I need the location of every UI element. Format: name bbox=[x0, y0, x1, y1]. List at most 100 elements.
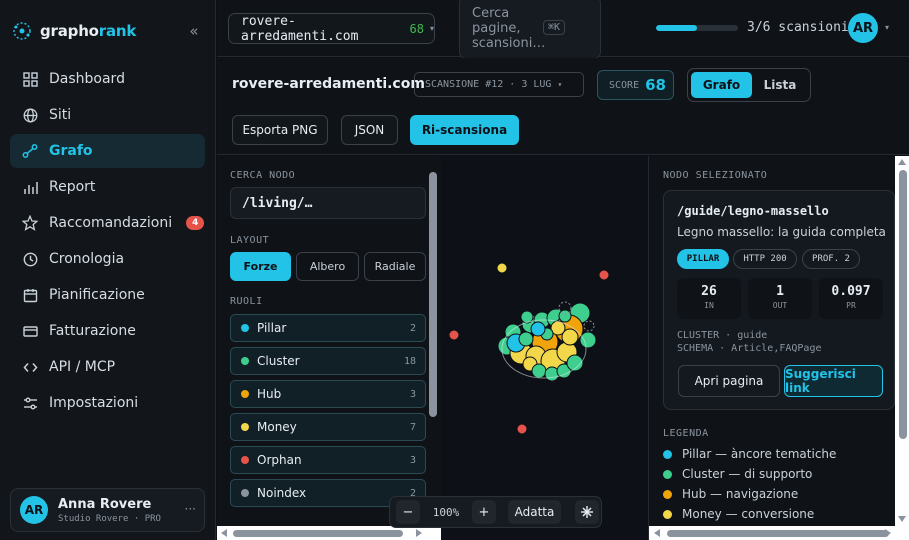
legend-item: Pillar — àncore tematiche bbox=[663, 447, 836, 461]
scan-selector[interactable]: SCANSIONE #12 · 3 LUG ▾ bbox=[414, 72, 584, 97]
sidebar-item-impostazioni[interactable]: Impostazioni bbox=[10, 386, 205, 420]
rescan-button[interactable]: Ri-scansiona bbox=[410, 115, 519, 145]
role-filter-money[interactable]: Money 7 bbox=[230, 413, 426, 441]
legend-label: LEGENDA bbox=[663, 428, 709, 439]
layout-label: LAYOUT bbox=[230, 235, 270, 246]
zoom-level: 100% bbox=[432, 505, 460, 519]
graph-canvas[interactable]: − 100% + Adatta bbox=[389, 156, 648, 540]
sidebar-item-label: Dashboard bbox=[49, 71, 125, 87]
graph-node-cluster[interactable] bbox=[518, 331, 534, 347]
logo[interactable]: graphorank bbox=[12, 20, 136, 42]
sidebar-item-pianificazione[interactable]: Pianificazione bbox=[10, 278, 205, 312]
role-filter-orphan[interactable]: Orphan 3 bbox=[230, 446, 426, 474]
vertical-scrollbar[interactable] bbox=[429, 172, 437, 417]
graph-icon bbox=[21, 142, 39, 160]
zoom-out-button[interactable]: − bbox=[396, 500, 420, 524]
layout-forze[interactable]: Forze bbox=[230, 252, 291, 281]
avatar[interactable]: AR bbox=[848, 13, 878, 43]
site-selector[interactable]: rovere-arredamenti.com 68 ▾ bbox=[228, 13, 435, 44]
link-graph[interactable] bbox=[441, 156, 648, 540]
page-header: rovere-arredamenti.com SCANSIONE #12 · 3… bbox=[217, 58, 909, 155]
zoom-toolbar: − 100% + Adatta bbox=[389, 496, 602, 528]
scroll-left-icon[interactable] bbox=[221, 529, 227, 537]
role-count: 18 bbox=[403, 355, 416, 367]
role-name: Orphan bbox=[257, 453, 302, 467]
node-schema: SCHEMA · Article,FAQPage bbox=[677, 343, 822, 354]
role-dot bbox=[241, 489, 249, 497]
suggest-links-button[interactable]: Suggerisci link bbox=[784, 365, 883, 397]
graph-node-pillar[interactable] bbox=[530, 321, 546, 337]
sidebar-item-grafo[interactable]: Grafo bbox=[10, 134, 205, 168]
site-name: rovere-arredamenti.com bbox=[241, 13, 359, 44]
graph-node-noindex[interactable] bbox=[583, 320, 595, 332]
chevron-down-icon: ▾ bbox=[429, 24, 434, 33]
role-dot bbox=[241, 423, 249, 431]
tab-list[interactable]: Lista bbox=[754, 72, 806, 98]
sidebar-item-raccomandazioni[interactable]: Raccomandazioni 4 bbox=[10, 206, 205, 240]
horizontal-scrollbar[interactable] bbox=[649, 526, 909, 540]
graph-node-orphan[interactable] bbox=[514, 421, 530, 437]
scroll-right-icon[interactable] bbox=[885, 529, 891, 537]
sidebar-item-label: Grafo bbox=[49, 143, 93, 159]
scrollbar-thumb[interactable] bbox=[233, 530, 403, 537]
zoom-in-button[interactable]: + bbox=[472, 500, 496, 524]
graph-node-cluster[interactable] bbox=[531, 363, 547, 379]
logo-text: graphorank bbox=[40, 22, 136, 40]
graph-node-orphan[interactable] bbox=[446, 327, 462, 343]
credit-card-icon bbox=[21, 322, 39, 340]
legend-item: Hub — navigazione bbox=[663, 487, 798, 501]
chevron-down-icon[interactable]: ▾ bbox=[885, 23, 889, 32]
chevrons-left-icon[interactable]: « bbox=[186, 22, 202, 40]
scroll-up-icon[interactable] bbox=[898, 159, 906, 165]
stat-value: 26 bbox=[701, 284, 717, 299]
role-name: Noindex bbox=[257, 486, 307, 500]
sidebar-item-api-mcp[interactable]: API / MCP bbox=[10, 350, 205, 384]
tab-graph[interactable]: Grafo bbox=[691, 72, 752, 98]
role-dot bbox=[241, 390, 249, 398]
export-png-button[interactable]: Esporta PNG bbox=[232, 115, 328, 145]
sidebar-item-label: Raccomandazioni bbox=[49, 215, 173, 231]
user-plan: Studio Rovere · PRO bbox=[58, 513, 161, 524]
graph-node-orphan[interactable] bbox=[596, 267, 612, 283]
sidebar-item-cronologia[interactable]: Cronologia bbox=[10, 242, 205, 276]
legend-dot bbox=[663, 469, 672, 479]
role-filter-hub[interactable]: Hub 3 bbox=[230, 380, 426, 408]
sidebar-item-dashboard[interactable]: Dashboard bbox=[10, 62, 205, 96]
layout-radiale[interactable]: Radiale bbox=[364, 252, 426, 281]
role-filter-pillar[interactable]: Pillar 2 bbox=[230, 314, 426, 342]
node-search-input[interactable]: /living/… bbox=[230, 187, 426, 219]
legend-dot bbox=[663, 509, 672, 519]
layout-albero[interactable]: Albero bbox=[296, 252, 359, 281]
sidebar-item-fatturazione[interactable]: Fatturazione bbox=[10, 314, 205, 348]
sliders-icon bbox=[21, 394, 39, 412]
node-meta: CLUSTER · guide SCHEMA · Article,FAQPage bbox=[677, 329, 822, 355]
role-dot bbox=[241, 456, 249, 464]
sidebar: graphorank « Dashboard Siti Grafo Report… bbox=[0, 0, 216, 540]
sidebar-item-report[interactable]: Report bbox=[10, 170, 205, 204]
role-dot bbox=[241, 324, 249, 332]
role-dot bbox=[241, 357, 249, 365]
scroll-down-icon[interactable] bbox=[898, 516, 906, 522]
recenter-button[interactable] bbox=[575, 500, 599, 524]
grid-icon bbox=[21, 70, 39, 88]
open-page-button[interactable]: Apri pagina bbox=[678, 365, 780, 397]
vertical-scrollbar[interactable] bbox=[895, 156, 909, 526]
role-count: 2 bbox=[409, 322, 416, 334]
role-count: 3 bbox=[409, 454, 416, 466]
notification-badge: 4 bbox=[186, 216, 205, 230]
graph-node-money[interactable] bbox=[494, 260, 510, 276]
sidebar-item-siti[interactable]: Siti bbox=[10, 98, 205, 132]
role-filter-cluster[interactable]: Cluster 18 bbox=[230, 347, 426, 375]
node-card: /guide/legno-massello Legno massello: la… bbox=[663, 190, 895, 410]
scrollbar-thumb[interactable] bbox=[667, 530, 889, 537]
fit-button[interactable]: Adatta bbox=[508, 500, 561, 524]
plus-icon: + bbox=[478, 504, 490, 520]
search-input[interactable]: Cerca pagine, scansioni… ⌘K bbox=[459, 0, 601, 59]
scroll-right-icon[interactable] bbox=[416, 529, 422, 537]
more-icon[interactable]: ··· bbox=[185, 502, 196, 516]
user-card[interactable]: AR Anna Rovere Studio Rovere · PRO ··· bbox=[10, 488, 205, 532]
scrollbar-thumb[interactable] bbox=[899, 170, 907, 439]
scroll-left-icon[interactable] bbox=[654, 529, 660, 537]
json-button[interactable]: JSON bbox=[341, 115, 398, 145]
horizontal-scrollbar[interactable] bbox=[217, 526, 441, 540]
